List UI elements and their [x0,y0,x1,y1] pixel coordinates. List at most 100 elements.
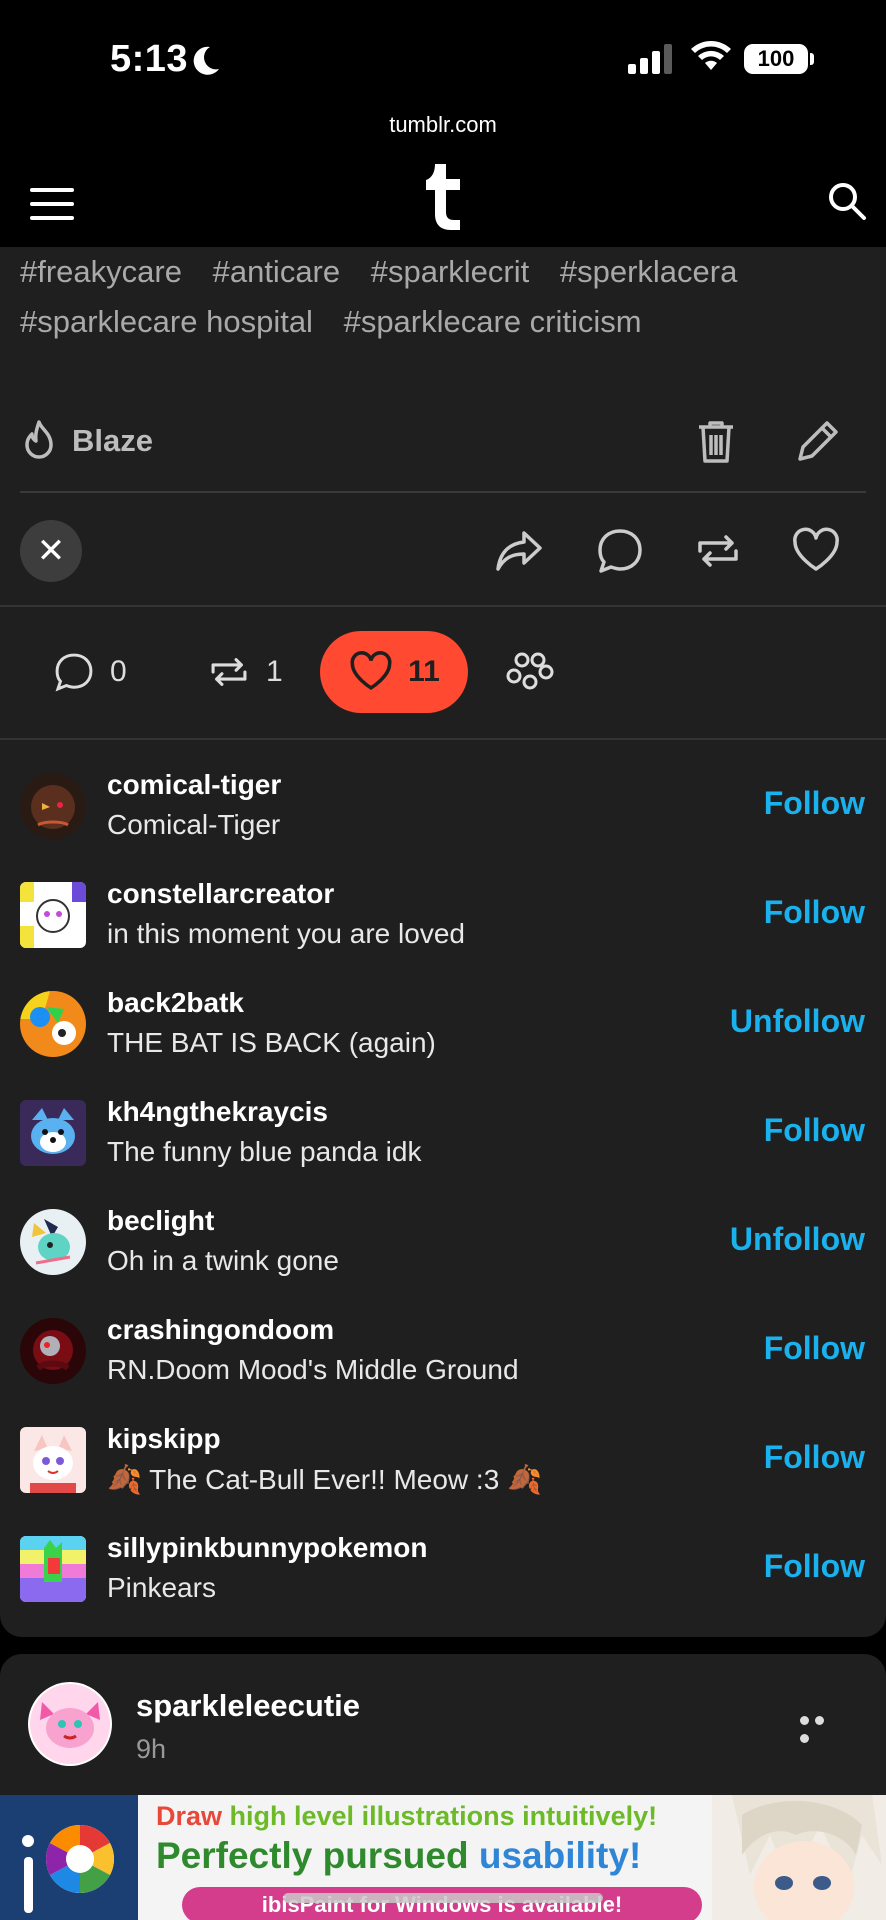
liker-username[interactable]: kipskipp [107,1423,221,1455]
tag-link[interactable]: #sparklecare hospital [20,304,313,339]
blaze-button[interactable]: Blaze [72,423,153,459]
list-item[interactable]: crashingondoom RN.Doom Mood's Middle Gro… [0,1310,886,1419]
community-icon [506,652,554,690]
ad-headline: Draw high level illustrations intuitivel… [156,1801,657,1832]
tag-link[interactable]: #anticare [213,254,341,289]
ad-subheadline-part: Perfectly pursued [156,1835,479,1876]
ad-character-image [712,1795,886,1920]
likes-list: comical-tiger Comical-Tiger Follow const… [0,765,886,1637]
status-bar: 5:13 100 [0,0,886,110]
avatar[interactable] [20,1427,86,1493]
follow-button[interactable]: Follow [764,1330,865,1367]
follow-button[interactable]: Follow [764,1548,865,1585]
ad-cta[interactable]: ibisPaint for Windows is available! [182,1887,702,1920]
reply-icon[interactable] [594,525,646,577]
reblog-icon [211,658,247,686]
ibispaint-logo-icon [0,1795,138,1920]
unfollow-button[interactable]: Unfollow [730,1003,865,1040]
liker-username[interactable]: sillypinkbunnypokemon [107,1532,427,1564]
post-owner-actions: Blaze [20,407,866,477]
tab-reblogs[interactable]: 1 [206,631,283,713]
tag-link[interactable]: #sparklecrit [371,254,530,289]
follow-button[interactable]: Follow [764,785,865,822]
post-card: #freakycare #anticare #sparklecrit #sper… [0,247,886,1637]
flame-icon[interactable] [20,419,58,463]
avatar[interactable] [20,1536,86,1602]
battery-tip [810,53,814,65]
home-indicator[interactable] [283,1893,603,1903]
divider [0,738,886,740]
ad-headline-part: Draw [156,1801,230,1831]
avatar[interactable] [20,773,86,839]
liker-blog-title: Comical-Tiger [107,809,281,840]
heart-icon [350,651,392,691]
avatar[interactable] [28,1682,112,1766]
liker-username[interactable]: comical-tiger [107,769,281,801]
follow-button[interactable]: Follow [764,1439,865,1476]
liker-blog-title: THE BAT IS BACK (again) [107,1027,436,1058]
list-item[interactable]: sillypinkbunnypokemon Pinkears Follow [0,1528,886,1637]
edit-pencil-icon[interactable] [794,417,842,465]
tab-community[interactable] [506,631,568,713]
more-options-icon[interactable] [800,1712,840,1743]
battery-indicator: 100 [744,44,808,74]
top-navigation [0,140,886,247]
avatar[interactable] [20,882,86,948]
trash-icon[interactable] [696,419,736,465]
list-item[interactable]: constellarcreator in this moment you are… [0,874,886,983]
list-item[interactable]: beclight Oh in a twink gone Unfollow [0,1201,886,1310]
search-icon[interactable] [826,180,868,222]
reblog-icon[interactable] [692,525,744,577]
follow-button[interactable]: Follow [764,1112,865,1149]
close-button[interactable]: ✕ [20,520,82,582]
divider [20,491,866,493]
post-author-name[interactable]: sparkleleecutie [136,1688,360,1724]
liker-blog-title: Pinkears [107,1572,216,1603]
avatar[interactable] [20,991,86,1057]
heart-icon[interactable] [790,525,842,577]
liker-username[interactable]: back2batk [107,987,244,1019]
liker-blog-title: 🍂 The Cat-Bull Ever!! Meow :3 🍂 [107,1464,542,1495]
list-item[interactable]: kipskipp 🍂 The Cat-Bull Ever!! Meow :3 🍂… [0,1419,886,1528]
ad-headline-part: high level illustrations intuitively! [229,1801,658,1831]
tab-replies[interactable]: 0 [52,631,127,713]
tab-likes[interactable]: 11 [320,631,468,713]
status-time: 5:13 [110,38,189,80]
avatar[interactable] [20,1318,86,1384]
liker-blog-title: RN.Doom Mood's Middle Ground [107,1354,519,1385]
liker-username[interactable]: kh4ngthekraycis [107,1096,328,1128]
avatar[interactable] [20,1100,86,1166]
cellular-signal-icon [628,44,672,74]
divider [0,605,886,607]
avatar[interactable] [20,1209,86,1275]
list-item[interactable]: back2batk THE BAT IS BACK (again) Unfoll… [0,983,886,1092]
menu-icon[interactable] [30,188,74,220]
liker-blog-title: The funny blue panda idk [107,1136,422,1167]
list-item[interactable]: comical-tiger Comical-Tiger Follow [0,765,886,874]
moon-icon [193,46,219,75]
reply-icon [55,653,93,692]
post-action-bar: ✕ [20,517,866,587]
reblogs-count: 1 [266,655,283,688]
follow-button[interactable]: Follow [764,894,865,931]
liker-blog-title: Oh in a twink gone [107,1245,339,1276]
liker-username[interactable]: beclight [107,1205,214,1237]
tag-link[interactable]: #sparklecare criticism [344,304,642,339]
ad-subheadline-part: usability! [478,1835,642,1876]
tag-link[interactable]: #freakycare [20,254,182,289]
tag-link[interactable]: #sperklacera [560,254,737,289]
wifi-icon [691,41,731,70]
tumblr-logo-icon[interactable] [420,162,470,232]
share-icon[interactable] [494,525,546,577]
ad-subheadline: Perfectly pursued usability! [156,1835,641,1877]
post-timestamp: 9h [136,1734,167,1764]
liker-username[interactable]: crashingondoom [107,1314,334,1346]
list-item[interactable]: kh4ngthekraycis The funny blue panda idk… [0,1092,886,1201]
liker-blog-title: in this moment you are loved [107,918,465,949]
likes-count: 11 [408,655,440,688]
liker-username[interactable]: constellarcreator [107,878,334,910]
unfollow-button[interactable]: Unfollow [730,1221,865,1258]
replies-count: 0 [110,655,127,688]
post-tags: #freakycare #anticare #sparklecrit #sper… [20,247,880,347]
url-text[interactable]: tumblr.com [0,112,886,138]
